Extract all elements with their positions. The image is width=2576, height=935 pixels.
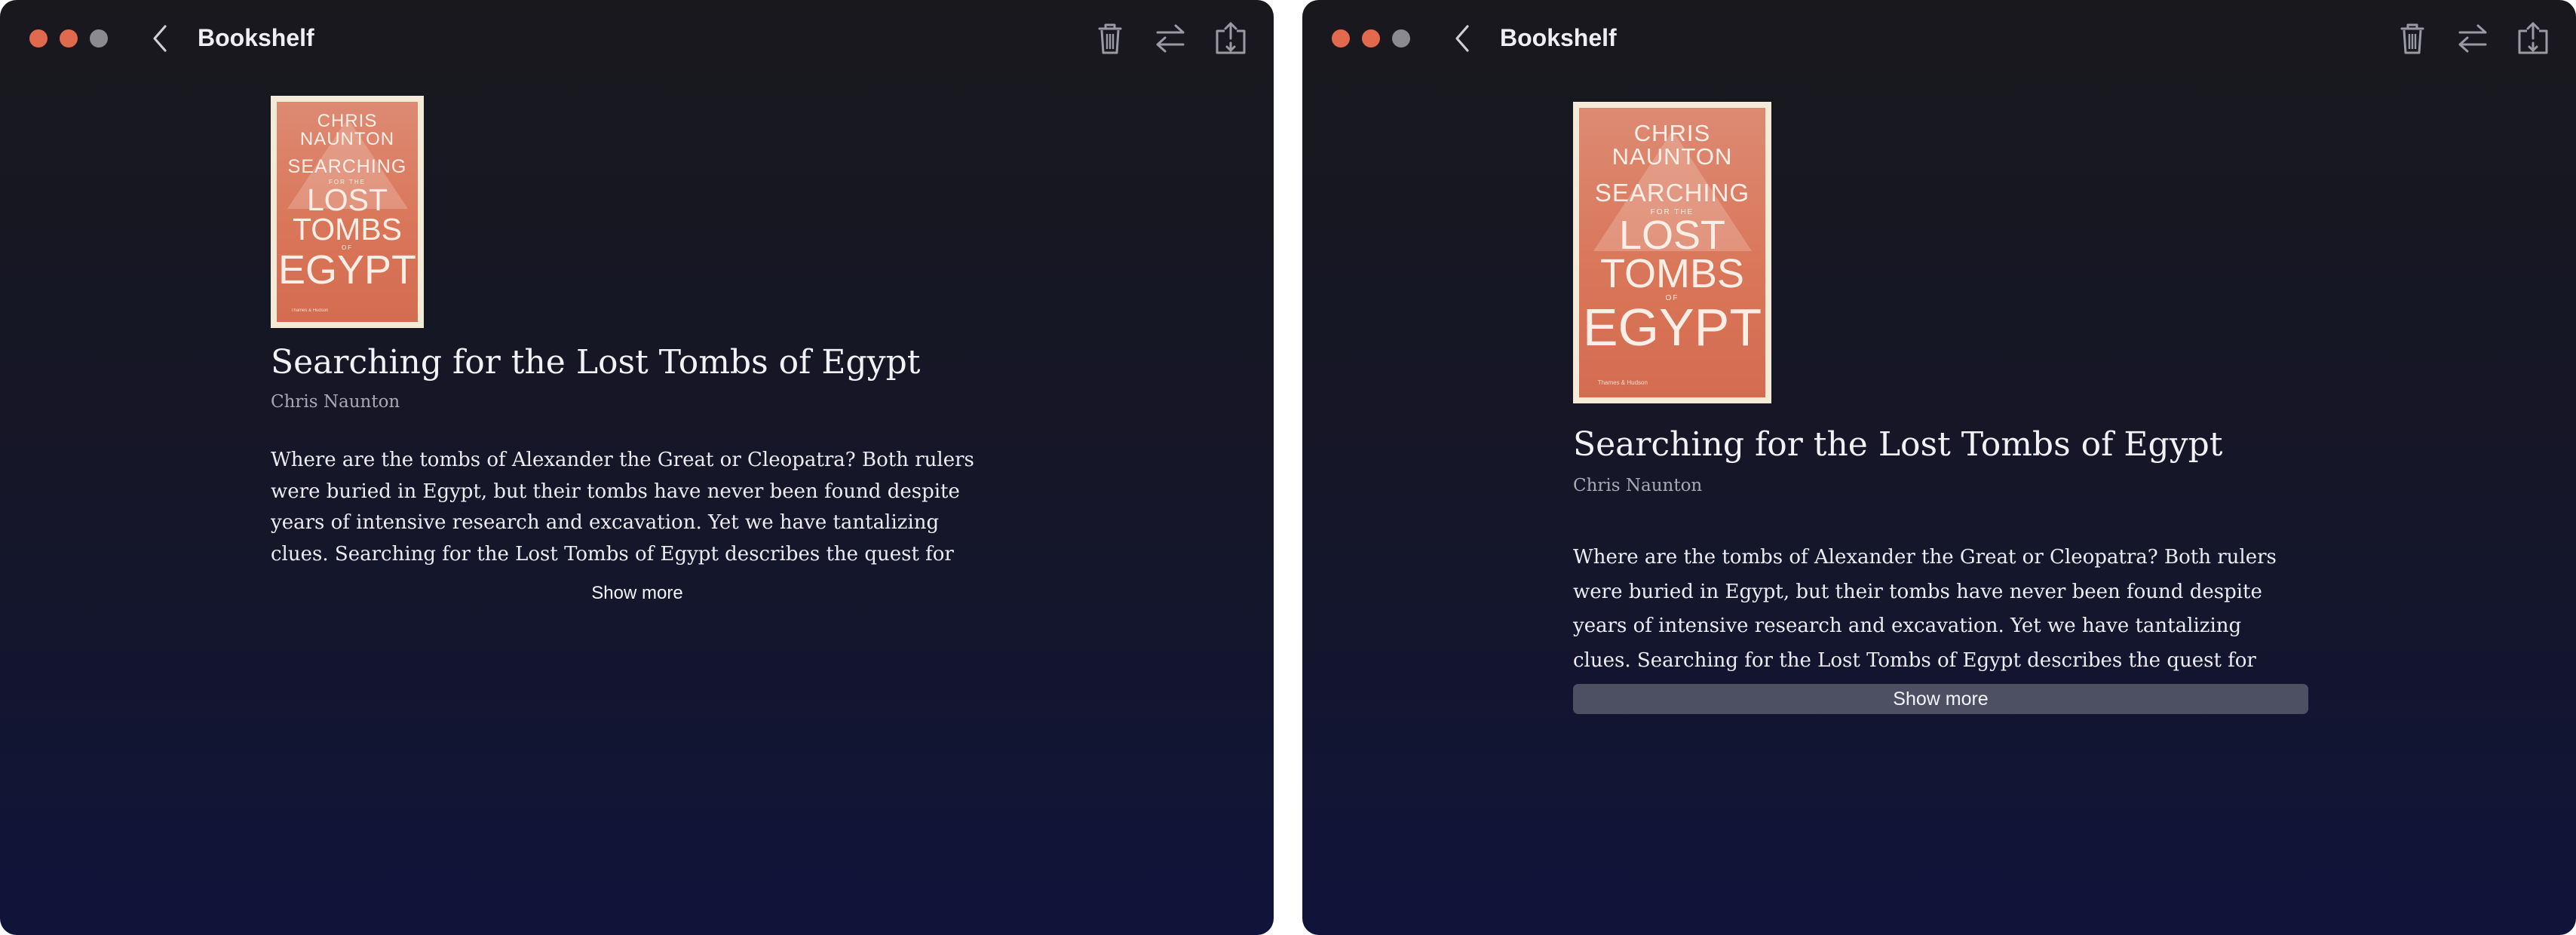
swap-icon: [1156, 24, 1185, 53]
zoom-window-button[interactable]: [90, 29, 108, 48]
window-controls: [1332, 29, 1410, 48]
close-window-button[interactable]: [1332, 29, 1350, 48]
bookshelf-window: Bookshelf CHRIS NAUNTON SEARCHING FOR TH…: [1302, 0, 2576, 935]
book-title: Searching for the Lost Tombs of Egypt: [1573, 425, 2223, 464]
book-cover: CHRIS NAUNTON SEARCHING FOR THE LOST TOM…: [271, 96, 424, 328]
show-more-button[interactable]: Show more: [1573, 684, 2308, 714]
zoom-window-button[interactable]: [1392, 29, 1410, 48]
minimize-window-button[interactable]: [60, 29, 78, 48]
swap-icon: [2458, 24, 2487, 53]
swap-button[interactable]: [2453, 19, 2492, 58]
back-button[interactable]: [147, 23, 173, 54]
chevron-left-icon: [153, 25, 167, 52]
book-cover: CHRIS NAUNTON SEARCHING FOR THE LOST TOM…: [1573, 102, 1771, 403]
window-title: Bookshelf: [198, 24, 314, 51]
back-button[interactable]: [1449, 23, 1475, 54]
delete-button[interactable]: [1090, 19, 1130, 58]
share-button[interactable]: [1211, 19, 1250, 58]
swap-button[interactable]: [1151, 19, 1190, 58]
chevron-left-icon: [1455, 25, 1469, 52]
close-window-button[interactable]: [29, 29, 48, 48]
share-icon: [2518, 22, 2548, 54]
window-controls: [29, 29, 108, 48]
book-author: Chris Naunton: [271, 392, 400, 412]
share-button[interactable]: [2513, 19, 2553, 58]
book-description: Where are the tombs of Alexander the Gre…: [271, 449, 974, 566]
book-description: Where are the tombs of Alexander the Gre…: [1573, 546, 2277, 672]
book-cover-art: CHRIS NAUNTON SEARCHING FOR THE LOST TOM…: [277, 102, 418, 322]
book-cover-art: CHRIS NAUNTON SEARCHING FOR THE LOST TOM…: [1579, 108, 1765, 397]
share-icon: [1216, 22, 1246, 54]
delete-button[interactable]: [2393, 19, 2432, 58]
trash-icon: [1098, 23, 1122, 54]
window-title: Bookshelf: [1500, 24, 1617, 51]
book-author: Chris Naunton: [1573, 476, 1703, 495]
minimize-window-button[interactable]: [1362, 29, 1380, 48]
trash-icon: [2400, 23, 2424, 54]
book-title: Searching for the Lost Tombs of Egypt: [271, 343, 921, 382]
show-more-button[interactable]: Show more: [271, 581, 1004, 606]
bookshelf-window: Bookshelf CHRIS NAUNTON SEARCHING FOR TH…: [0, 0, 1274, 935]
